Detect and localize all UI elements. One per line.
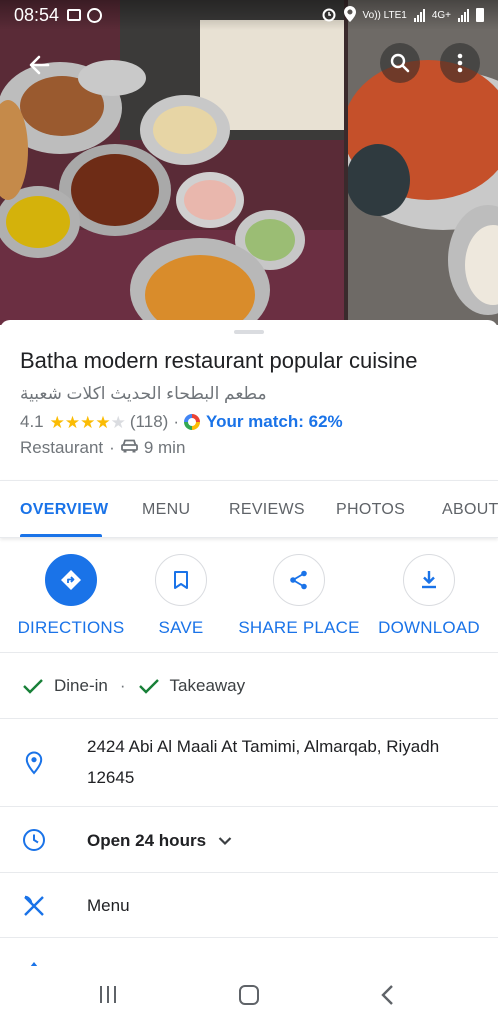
sheet-drag-handle[interactable] [234,330,264,334]
search-button[interactable] [380,43,420,83]
hours-text-wrap[interactable]: Open 24 hours [87,825,232,856]
service-takeaway: Takeaway [169,675,246,695]
battery-icon [476,8,484,22]
save-circle[interactable] [155,554,207,606]
tab-about[interactable]: ABOUT [442,481,498,537]
whatsapp-notification-icon [87,7,103,23]
save-label: SAVE [158,618,204,637]
download-button[interactable]: DOWNLOAD [378,554,480,638]
rating-value: 4.1 [20,412,44,431]
place-category: Restaurant [20,438,104,457]
star-icon: ★ [64,412,81,432]
share-place-button[interactable]: SHARE PLACE [238,554,360,638]
active-tab-indicator [20,534,102,537]
rating-stars: ★ ★ ★ ★ ★ [50,414,126,431]
hours-text: Open 24 hours [87,831,207,850]
download-circle[interactable] [403,554,455,606]
rating-row[interactable]: 4.1 ★ ★ ★ ★ ★ (118) · Your match: 62% [20,412,343,432]
directions-label: DIRECTIONS [17,618,125,637]
category-row: Restaurant · 9 min [20,438,185,458]
address-text: 2424 Abi Al Maali At Tamimi, Almarqab, R… [87,737,440,787]
status-time: 08:54 [14,4,60,25]
cutlery-icon [22,894,46,918]
match-score-icon [184,414,200,430]
check-icon [138,677,160,695]
separator-dot: · [109,438,115,457]
share-icon [290,570,307,590]
check-icon [22,677,44,695]
share-circle[interactable] [273,554,325,606]
car-icon [120,438,138,458]
directions-icon [61,570,81,590]
more-options-button[interactable] [440,43,480,83]
tab-bar[interactable]: OVERVIEW MENU REVIEWS PHOTOS ABOUT [0,480,498,538]
chevron-down-icon[interactable] [218,836,232,846]
directions-circle[interactable] [45,554,97,606]
food-photo-secondary[interactable] [348,0,498,325]
place-local-name: مطعم البطحاء الحديث اكلات شعبية [20,384,267,403]
tab-menu[interactable]: MENU [142,481,190,537]
download-icon [422,571,436,589]
drive-time: 9 min [143,438,186,457]
status-bar: 08:54 Vo)) LTE1 4G+ [0,0,498,30]
clock-icon [22,828,46,852]
review-count: (118) [129,412,169,431]
separator-dot: · [173,412,179,431]
photo-gallery[interactable] [0,0,498,325]
service-dine-in: Dine-in [54,675,108,695]
share-place-label: SHARE PLACE [238,618,360,637]
separator-dot: · [119,675,126,695]
recent-apps-button[interactable] [100,986,116,1003]
location-pin-icon [22,751,46,775]
signal-icon [413,8,425,22]
star-icon: ★ [110,412,126,432]
tab-overview[interactable]: OVERVIEW [20,481,108,537]
home-button[interactable] [239,985,259,1005]
place-title: Batha modern restaurant popular cuisine [20,348,418,373]
back-button[interactable] [20,46,58,84]
signal-icon-2 [458,8,469,22]
location-icon [343,5,356,25]
star-icon: ★ [95,412,111,432]
network-label: 4G+ [431,9,451,21]
action-buttons: DIRECTIONS SAVE SHARE PLACE DOWNLOAD [0,538,498,653]
service-options: Dine-in · Takeaway [0,653,498,719]
place-details-sheet[interactable]: Batha modern restaurant popular cuisine … [0,320,498,972]
arrow-left-icon [29,55,50,75]
address-row[interactable]: 2424 Abi Al Maali At Tamimi, Almarqab, R… [0,719,498,807]
chevron-left-icon [381,985,393,1005]
match-score[interactable]: Your match: 62% [206,412,343,432]
star-icon: ★ [80,412,96,432]
search-icon [390,53,410,73]
menu-text: Menu [87,896,130,915]
carrier-label: Vo)) LTE1 [362,9,407,21]
tab-photos[interactable]: PHOTOS [336,481,405,537]
tab-reviews[interactable]: REVIEWS [229,481,305,537]
system-navigation-bar [0,966,498,1024]
more-vert-icon [457,53,463,73]
bookmark-icon [174,571,188,589]
directions-button[interactable]: DIRECTIONS [18,554,124,638]
system-back-button[interactable] [380,984,394,1011]
star-icon: ★ [49,412,65,432]
download-label: DOWNLOAD [378,618,480,637]
menu-row[interactable]: Menu [0,873,498,938]
alarm-icon [321,6,337,25]
gallery-notification-icon [67,9,82,21]
save-button[interactable]: SAVE [148,554,214,638]
hours-row[interactable]: Open 24 hours [0,807,498,873]
